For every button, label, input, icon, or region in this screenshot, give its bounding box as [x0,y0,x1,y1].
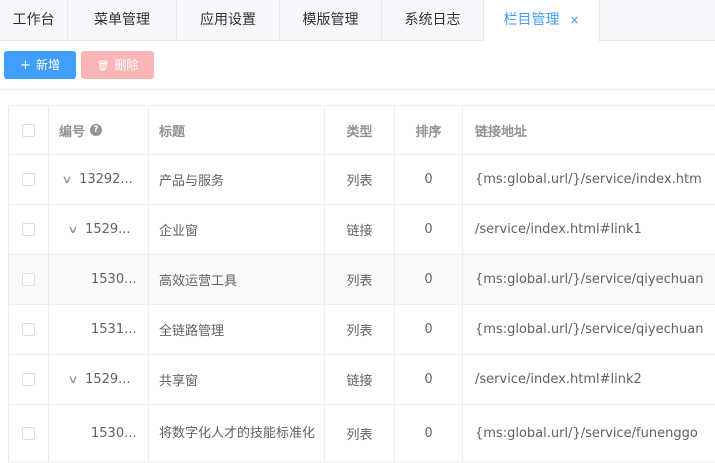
row-checkbox[interactable] [22,173,35,186]
row-id-value: 13292... [79,172,133,187]
header-id-label: 编号 [59,124,86,140]
row-type: 列表 [325,305,395,354]
row-type: 列表 [325,155,395,204]
tab-app-settings[interactable]: 应用设置 [177,0,280,41]
expand-icon[interactable]: ∨ [61,173,72,186]
tab-label: 菜单管理 [94,12,150,28]
row-type: 列表 [325,405,395,462]
row-checkbox-cell [9,155,49,204]
row-checkbox[interactable] [22,323,35,336]
row-checkbox[interactable] [22,427,35,440]
delete-button-label: 删除 [114,58,139,72]
tab-bar: 工作台 菜单管理 应用设置 模版管理 系统日志 栏目管理 × [0,0,715,42]
row-checkbox[interactable] [22,273,35,286]
row-sort: 0 [395,355,463,404]
tab-menu-management[interactable]: 菜单管理 [68,0,177,41]
row-checkbox-cell [9,355,49,404]
row-sort: 0 [395,155,463,204]
row-sort: 0 [395,305,463,354]
row-link: /service/index.html#link1 [475,222,642,237]
add-button-label: 新增 [35,58,60,72]
trash-icon: 🗑 [96,61,110,72]
tab-label: 系统日志 [404,12,461,28]
table-row[interactable]: 1530... 将数字化人才的技能标准化 列表 0 {ms:global.url… [9,405,715,463]
header-id: 编号? [49,106,149,154]
row-id-value: 1529... [85,372,131,387]
row-checkbox-cell [9,405,49,462]
close-icon[interactable]: × [569,13,579,27]
column-table: 编号? 标题 类型 排序 链接地址 ∨ 13292... 产品与服务 列表 0 {… [8,105,715,463]
row-id: ∨ 1529... [49,205,149,254]
row-title: 全链路管理 [149,305,325,354]
row-id: 1530... [49,405,149,462]
row-checkbox-cell [9,205,49,254]
row-id-value: 1529... [85,222,131,237]
row-link: {ms:global.url/}/service/qiyechuan [475,272,704,287]
header-link: 链接地址 [475,124,528,140]
delete-button[interactable]: 🗑 删除 [81,51,154,79]
table-row[interactable]: ∨ 13292... 产品与服务 列表 0 {ms:global.url/}/se… [9,155,715,205]
tab-column-management[interactable]: 栏目管理 × [484,0,600,42]
toolbar: + 新增 🗑 删除 [0,41,715,89]
tab-template-management[interactable]: 模版管理 [280,0,382,41]
header-checkbox-cell [9,106,49,154]
row-title: 高效运营工具 [149,255,325,304]
expand-icon[interactable]: ∨ [67,373,78,386]
row-type: 列表 [325,255,395,304]
row-link: {ms:global.url/}/service/funenggo [475,426,698,441]
row-link: {ms:global.url/}/service/index.htm [475,172,702,187]
tab-label: 模版管理 [302,12,359,28]
row-id: ∨ 13292... [49,155,149,204]
select-all-checkbox[interactable] [22,123,35,137]
table-row[interactable]: 1531... 全链路管理 列表 0 {ms:global.url/}/serv… [9,305,715,355]
row-id: 1530... [49,255,149,304]
row-id: ∨ 1529... [49,355,149,404]
row-link: {ms:global.url/}/service/qiyechuan [475,322,704,337]
tab-workbench[interactable]: 工作台 [0,0,68,41]
header-title: 标题 [149,106,325,154]
row-id: 1531... [49,305,149,354]
header-sort: 排序 [395,106,463,154]
expand-icon[interactable]: ∨ [67,223,78,236]
row-title: 企业窗 [149,205,325,254]
tab-label: 栏目管理 [503,12,560,28]
tab-system-log[interactable]: 系统日志 [382,0,484,41]
tab-label: 工作台 [12,12,55,28]
table-row[interactable]: ∨ 1529... 共享窗 链接 0 /service/index.html#li… [9,355,715,405]
row-type: 链接 [325,205,395,254]
row-checkbox[interactable] [22,223,35,236]
row-title: 共享窗 [149,355,325,404]
table-row[interactable]: ∨ 1529... 企业窗 链接 0 /service/index.html#li… [9,205,715,255]
row-sort: 0 [395,405,463,462]
table-row[interactable]: 1530... 高效运营工具 列表 0 {ms:global.url/}/ser… [9,255,715,305]
header-type: 类型 [325,106,395,154]
add-button[interactable]: + 新增 [4,51,76,79]
row-title: 产品与服务 [149,155,325,204]
row-checkbox-cell [9,305,49,354]
row-sort: 0 [395,205,463,254]
row-link: /service/index.html#link2 [475,372,642,387]
plus-icon: + [20,58,31,73]
table-header: 编号? 标题 类型 排序 链接地址 [9,106,715,155]
help-icon[interactable]: ? [90,124,103,136]
tab-label: 应用设置 [200,12,256,28]
row-title: 将数字化人才的技能标准化 [149,405,325,462]
row-sort: 0 [395,255,463,304]
row-checkbox[interactable] [22,373,35,386]
row-checkbox-cell [9,255,49,304]
divider [0,89,715,90]
row-type: 链接 [325,355,395,404]
